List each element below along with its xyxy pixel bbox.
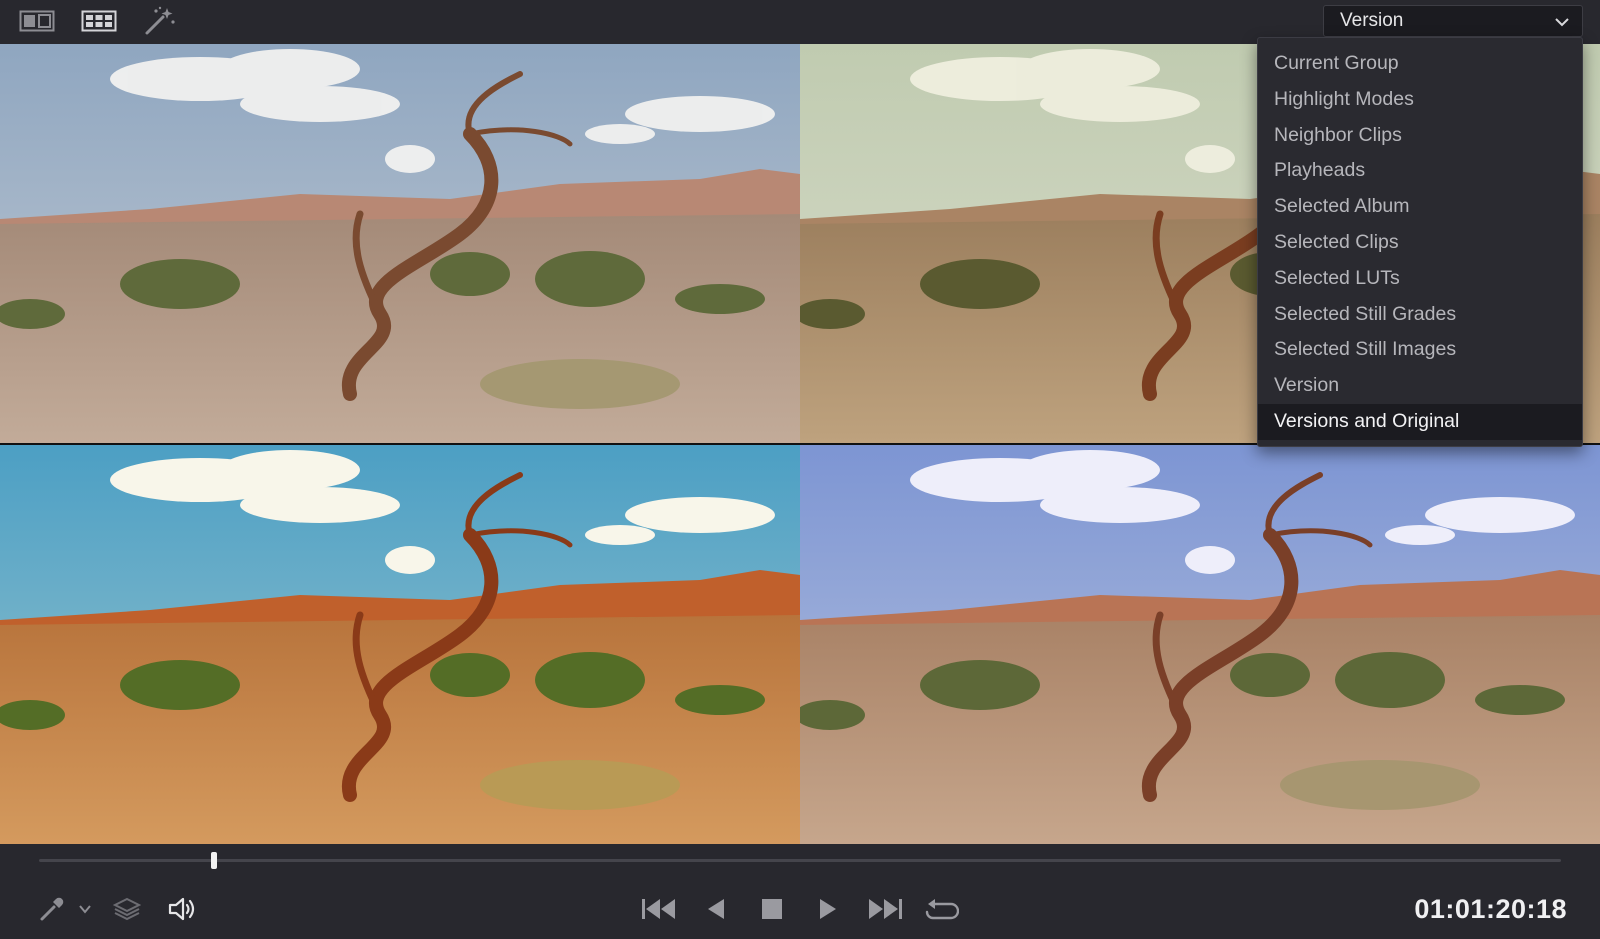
timecode-display: 01:01:20:18 — [1414, 894, 1567, 924]
version-select[interactable]: Version — [1323, 5, 1583, 37]
menu-item-neighbor-clips[interactable]: Neighbor Clips — [1258, 118, 1582, 154]
menu-item-versions-and-original[interactable]: Versions and Original — [1258, 403, 1582, 440]
step-back-icon[interactable] — [704, 892, 728, 926]
version-select-value: Version — [1340, 10, 1404, 31]
menu-item-version[interactable]: Version — [1258, 368, 1582, 404]
transport-bar: 01:01:20:18 — [0, 844, 1600, 939]
version-tile-4[interactable] — [800, 445, 1600, 844]
version-dropdown-menu: Current Group Highlight Modes Neighbor C… — [1257, 37, 1583, 447]
split-screen-icon[interactable] — [18, 6, 56, 36]
menu-item-selected-album[interactable]: Selected Album — [1258, 189, 1582, 225]
menu-item-selected-still-grades[interactable]: Selected Still Grades — [1258, 297, 1582, 333]
chevron-down-icon — [1554, 14, 1570, 36]
menu-item-current-group[interactable]: Current Group — [1258, 46, 1582, 82]
version-tile-3[interactable] — [0, 445, 800, 844]
menu-item-selected-still-images[interactable]: Selected Still Images — [1258, 332, 1582, 368]
play-icon[interactable] — [816, 892, 840, 926]
menu-item-highlight-modes[interactable]: Highlight Modes — [1258, 82, 1582, 118]
grid-view-icon[interactable] — [80, 6, 118, 36]
loop-icon[interactable] — [922, 892, 960, 926]
menu-item-selected-clips[interactable]: Selected Clips — [1258, 225, 1582, 261]
playhead-handle[interactable] — [211, 852, 218, 869]
stop-icon[interactable] — [759, 892, 785, 926]
menu-item-selected-luts[interactable]: Selected LUTs — [1258, 261, 1582, 297]
scrubber-track[interactable] — [39, 859, 1561, 862]
layers-icon[interactable] — [112, 892, 142, 926]
menu-item-playheads[interactable]: Playheads — [1258, 153, 1582, 189]
version-tile-1[interactable] — [0, 44, 800, 443]
skip-to-start-icon[interactable] — [640, 892, 678, 926]
eyedropper-icon[interactable] — [38, 892, 66, 926]
magic-wand-icon[interactable] — [142, 6, 178, 36]
speaker-icon[interactable] — [166, 892, 198, 926]
skip-to-end-icon[interactable] — [866, 892, 904, 926]
chevron-down-icon[interactable] — [76, 892, 94, 926]
